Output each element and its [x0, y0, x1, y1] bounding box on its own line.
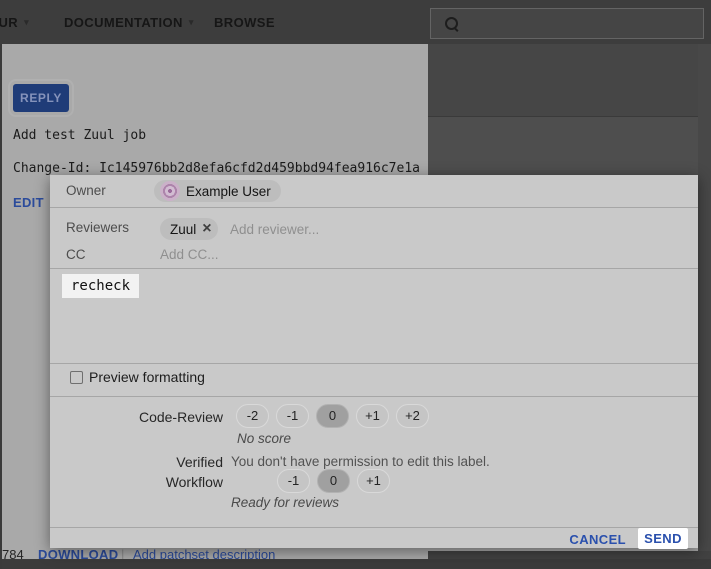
- add-reviewer-input[interactable]: Add reviewer...: [230, 222, 319, 237]
- code-review-note: No score: [237, 431, 291, 446]
- owner-chip[interactable]: Example User: [154, 180, 281, 202]
- preview-formatting-checkbox[interactable]: [70, 371, 83, 384]
- divider: [50, 207, 698, 208]
- topbar: OUR ▾ DOCUMENTATION ▾ BROWSE: [0, 0, 711, 44]
- edit-link[interactable]: EDIT: [13, 195, 44, 210]
- divider: [50, 527, 698, 528]
- message-text: recheck: [62, 274, 139, 298]
- nav-documentation-label: DOCUMENTATION: [64, 15, 183, 30]
- dimmed-page-region-lower: [428, 116, 711, 175]
- dimmed-right-edge: [698, 44, 711, 569]
- nav-browse-label: BROWSE: [214, 15, 275, 30]
- workflow-note: Ready for reviews: [231, 495, 339, 510]
- workflow-minus-1-button[interactable]: -1: [277, 469, 310, 493]
- nav-item-browse[interactable]: BROWSE: [214, 0, 275, 44]
- nav-item-our[interactable]: OUR ▾: [0, 0, 29, 44]
- commit-subject: Add test Zuul job: [13, 128, 146, 143]
- score-minus-2-button[interactable]: -2: [236, 404, 269, 428]
- search-icon: [443, 15, 461, 33]
- avatar: [160, 181, 180, 201]
- score-zero-button[interactable]: 0: [316, 404, 349, 428]
- commit-change-id: Change-Id: Ic145976bb2d8efa6cfd2d459bbd9…: [13, 161, 420, 176]
- search-input[interactable]: [461, 9, 703, 38]
- cc-label: CC: [66, 247, 86, 262]
- add-cc-input[interactable]: Add CC...: [160, 247, 219, 262]
- cancel-button[interactable]: CANCEL: [569, 532, 626, 547]
- chevron-down-icon: ▾: [24, 17, 29, 28]
- owner-chip-label: Example User: [186, 184, 271, 199]
- score-plus-1-button[interactable]: +1: [356, 404, 389, 428]
- reviewer-chip[interactable]: Zuul ×: [160, 218, 218, 240]
- remove-reviewer-icon[interactable]: ×: [202, 221, 211, 237]
- divider: [50, 396, 698, 397]
- verified-permission-message: You don't have permission to edit this l…: [231, 454, 490, 469]
- nav-item-documentation[interactable]: DOCUMENTATION ▾: [64, 0, 194, 44]
- dimmed-page-region-upper: [428, 44, 711, 116]
- dimmed-bottom-strip: [0, 559, 711, 569]
- workflow-label: Workflow: [50, 474, 223, 490]
- gerrit-change-screen: OUR ▾ DOCUMENTATION ▾ BROWSE REPLY Add t…: [0, 0, 711, 569]
- search-box[interactable]: [430, 8, 704, 39]
- message-textarea[interactable]: recheck: [50, 269, 698, 363]
- workflow-zero-button[interactable]: 0: [317, 469, 350, 493]
- reply-dialog: Owner Example User Reviewers Zuul × Add …: [50, 175, 698, 548]
- reviewers-label: Reviewers: [66, 220, 129, 235]
- code-review-label: Code-Review: [50, 409, 223, 425]
- code-review-score-buttons: -2 -1 0 +1 +2: [236, 404, 429, 428]
- divider: [50, 363, 698, 364]
- send-button[interactable]: SEND: [638, 528, 688, 549]
- chevron-down-icon: ▾: [189, 17, 194, 28]
- nav-our-label: OUR: [0, 15, 18, 30]
- reviewer-chip-label: Zuul: [170, 222, 196, 237]
- owner-label: Owner: [66, 183, 106, 198]
- verified-label: Verified: [50, 454, 223, 470]
- score-plus-2-button[interactable]: +2: [396, 404, 429, 428]
- score-minus-1-button[interactable]: -1: [276, 404, 309, 428]
- window-left-edge: [0, 0, 2, 569]
- workflow-score-buttons: -1 0 +1: [277, 469, 390, 493]
- workflow-plus-1-button[interactable]: +1: [357, 469, 390, 493]
- preview-formatting-label: Preview formatting: [89, 369, 205, 385]
- reply-button[interactable]: REPLY: [13, 84, 69, 112]
